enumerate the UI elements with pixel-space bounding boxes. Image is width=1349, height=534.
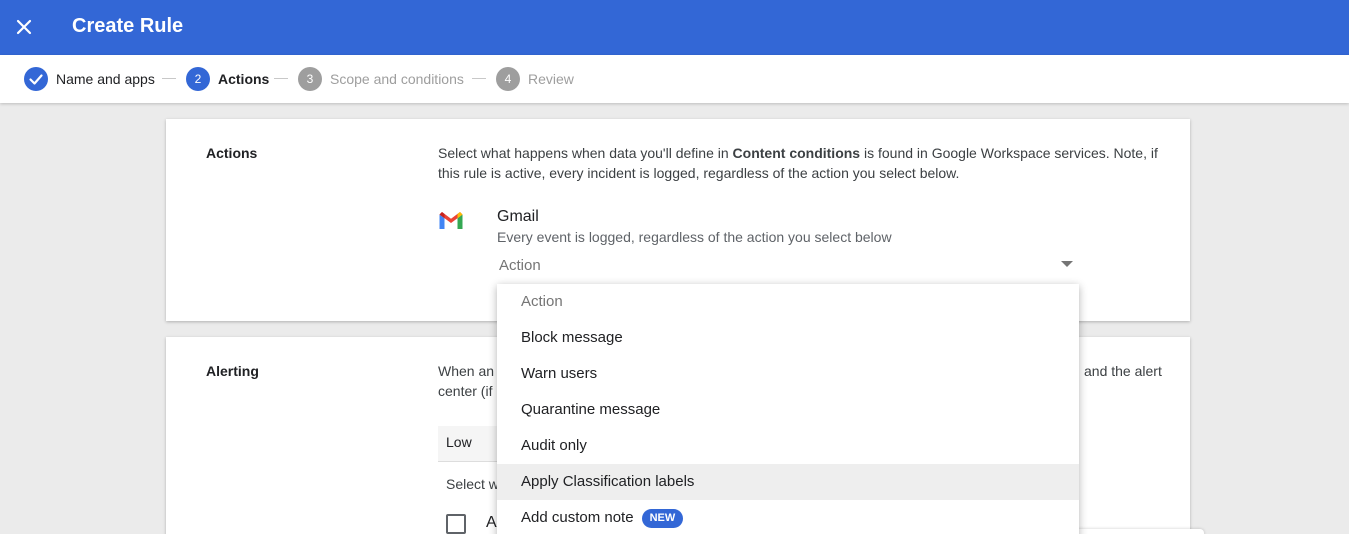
step-divider [472,78,486,79]
step-label: Scope and conditions [330,71,464,87]
alerting-desc-left-2: center (if [438,383,493,399]
actions-description: Select what happens when data you'll def… [438,145,1158,181]
dropdown-arrow-icon [1061,261,1073,267]
step-scope-and-conditions[interactable]: 3 Scope and conditions [298,67,464,91]
check-icon [24,67,48,91]
gmail-label: Gmail [497,208,539,225]
alert-select-label: Select w [446,476,499,492]
new-badge: NEW [641,508,684,528]
menu-item-add-custom-note[interactable]: Add custom note NEW [497,500,1079,534]
step-number: 4 [496,67,520,91]
step-actions[interactable]: 2 Actions [186,67,269,91]
step-divider [274,78,288,79]
step-label: Review [528,71,574,87]
menu-item-audit-only[interactable]: Audit only [497,428,1079,464]
action-select[interactable]: Action [497,253,1077,279]
step-label: Actions [218,71,270,87]
page-title: Create Rule [72,15,184,37]
alert-checkbox-label: A [486,514,497,531]
alert-checkbox[interactable] [446,514,466,534]
top-app-bar: Create Rule [0,0,1349,55]
step-number: 3 [298,67,322,91]
step-divider [162,78,176,79]
alerting-desc-left-1: When an [438,363,495,379]
actions-heading: Actions [206,145,258,161]
alerting-desc-right: and the alert [1084,363,1162,379]
stepper: Name and apps 2 Actions 3 Scope and cond… [0,55,1349,103]
menu-item-warn-users[interactable]: Warn users [497,356,1079,392]
step-name-and-apps[interactable]: Name and apps [24,67,155,91]
menu-item-quarantine-message[interactable]: Quarantine message [497,392,1079,428]
step-label: Name and apps [56,71,155,87]
severity-select[interactable]: Low [438,426,498,462]
step-review[interactable]: 4 Review [496,67,574,91]
gmail-subtitle: Every event is logged, regardless of the… [497,229,892,245]
menu-item-block-message[interactable]: Block message [497,320,1079,356]
gmail-icon [438,210,464,230]
alerting-heading: Alerting [206,363,259,379]
close-icon[interactable] [10,13,38,41]
step-number: 2 [186,67,210,91]
menu-item-action-placeholder[interactable]: Action [497,284,1079,320]
action-select-value: Action [499,257,541,274]
action-dropdown-menu: Action Block message Warn users Quaranti… [497,284,1079,534]
menu-item-apply-classification-labels[interactable]: Apply Classification labels [497,464,1079,500]
